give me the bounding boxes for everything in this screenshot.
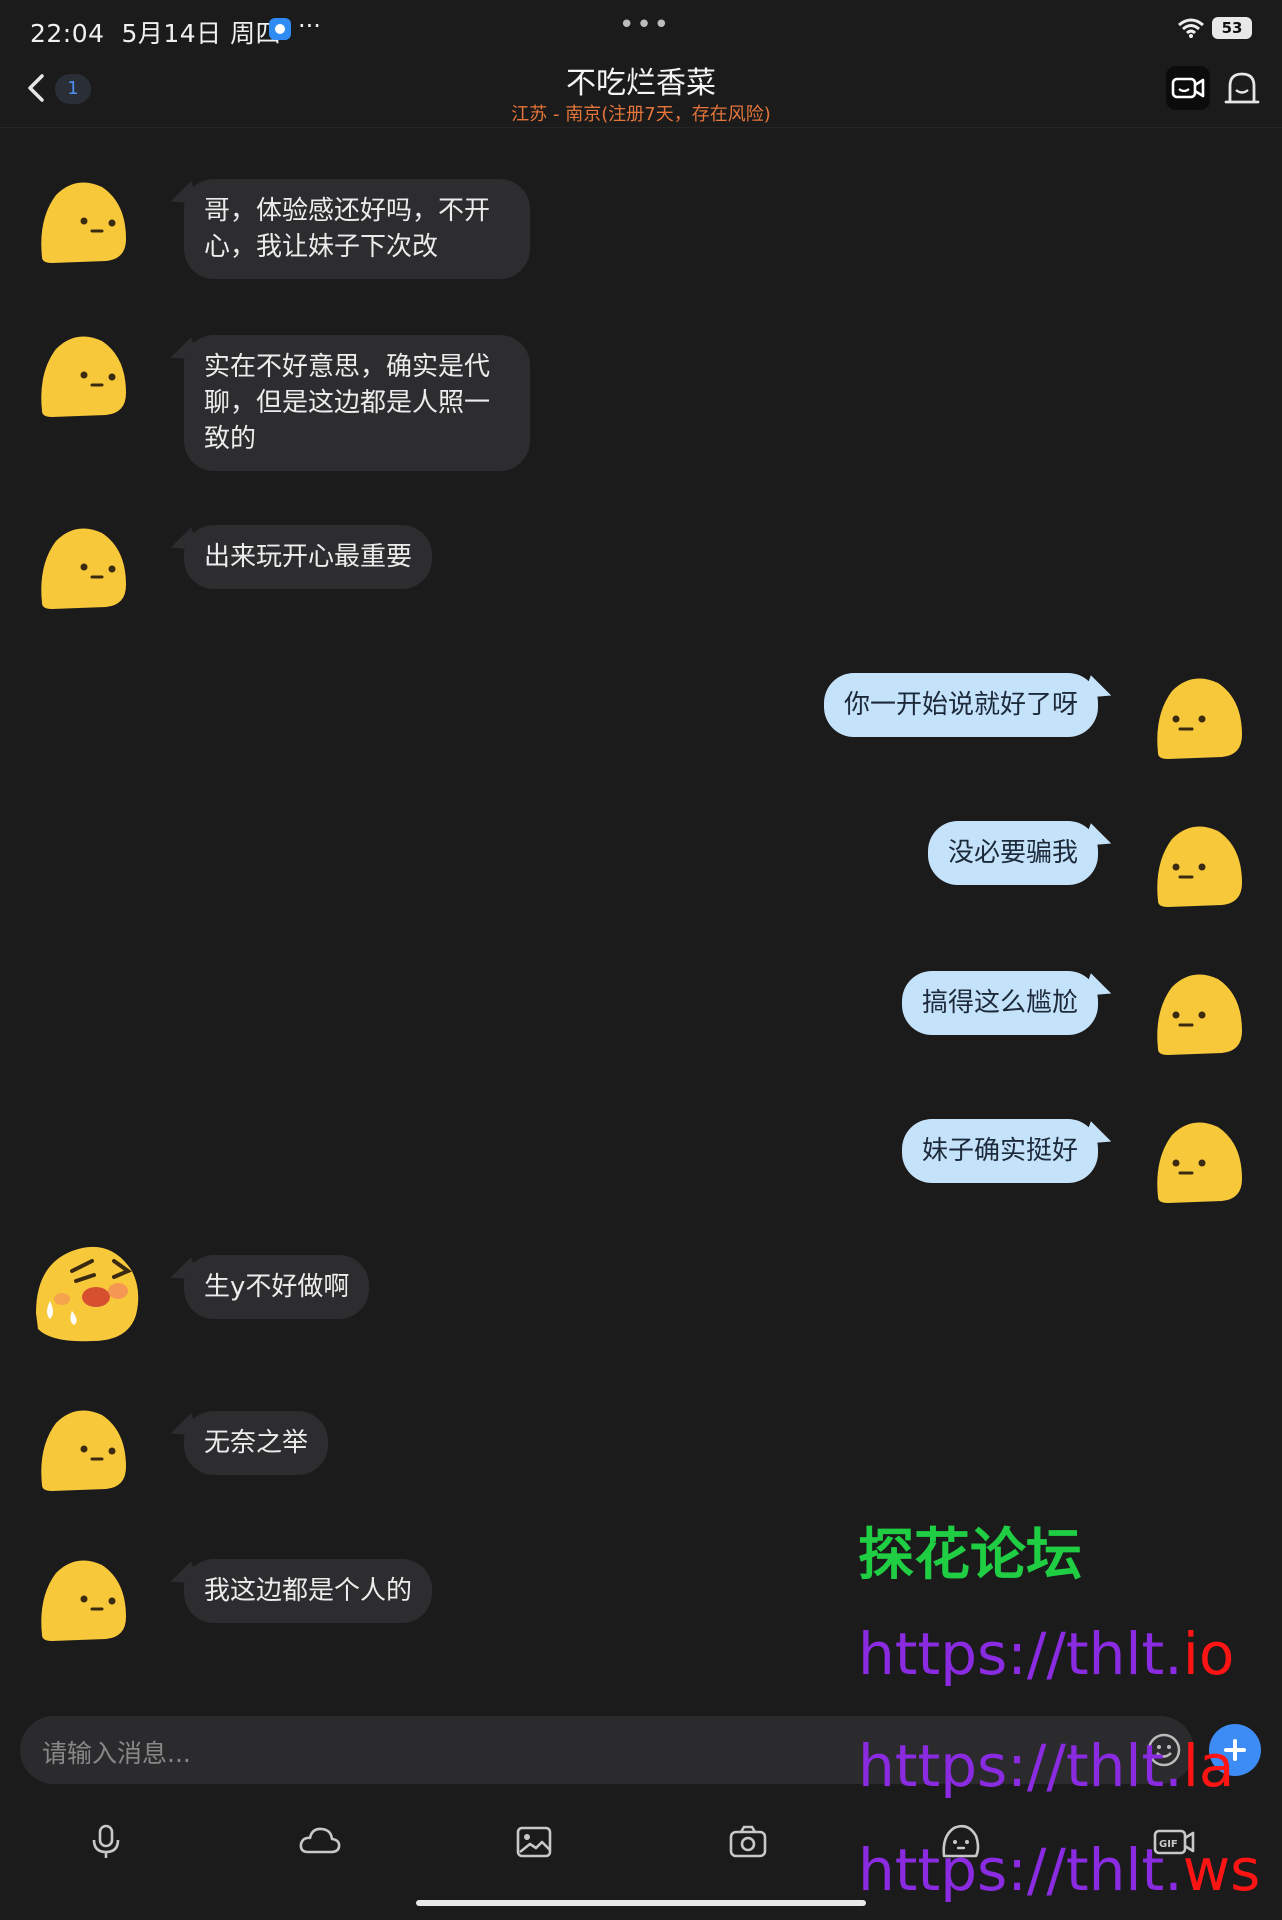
input-toolbar: GIF [0,1810,1282,1890]
message-row: 出来玩开心最重要 [0,523,1282,613]
video-call-button[interactable] [1166,66,1210,110]
message-row: 无奈之举 [0,1407,1282,1497]
outgoing-message-bubble[interactable]: 你一开始说就好了呀 [823,673,1098,737]
message-input-placeholder: 请输入消息... [42,1739,191,1768]
home-indicator[interactable] [416,1900,866,1906]
incoming-message-bubble[interactable]: 无奈之举 [184,1411,329,1475]
svg-text:GIF: GIF [1159,1839,1178,1850]
chat-header: 1 不吃烂香菜 江苏 - 南京(注册7天，存在风险) [0,58,1282,128]
gif-icon[interactable]: GIF [1152,1820,1196,1864]
outgoing-message-bubble[interactable]: 搞得这么尴尬 [901,971,1098,1035]
message-row: 生y不好做啊 [0,1241,1282,1351]
wifi-icon [1178,18,1204,38]
contact-name: 不吃烂香菜 [566,66,716,101]
neutral-face-avatar-icon[interactable] [36,1557,128,1643]
status-bar: 22:04 5月14日 周四 ··· ••• 53 [0,0,1282,58]
watermark-title: 探花论坛 [858,1523,1082,1588]
neutral-face-avatar-icon[interactable] [1152,675,1244,761]
message-list[interactable]: 哥，体验感还好吗，不开心，我让妹子下次改 实在不好意思，确实是代聊，但是这边都是… [0,129,1282,1709]
neutral-face-avatar-icon[interactable] [36,179,128,265]
incoming-message-bubble[interactable]: 实在不好意思，确实是代聊，但是这边都是人照一致的 [184,335,530,471]
message-row: 哥，体验感还好吗，不开心，我让妹子下次改 [0,179,1282,279]
cloud-icon[interactable] [298,1820,342,1864]
outgoing-message-bubble[interactable]: 妹子确实挺好 [901,1119,1098,1183]
incoming-message-bubble[interactable]: 生y不好做啊 [184,1255,370,1319]
message-row: 实在不好意思，确实是代聊，但是这边都是人照一致的 [0,331,1282,471]
camera-icon[interactable] [726,1820,770,1864]
incoming-message-bubble[interactable]: 出来玩开心最重要 [184,525,433,589]
image-icon[interactable] [512,1820,556,1864]
neutral-face-avatar-icon[interactable] [1152,1119,1244,1205]
multitask-dots-icon[interactable]: ••• [619,10,671,40]
message-row: 没必要骗我 [0,821,1282,911]
profile-icon[interactable] [1222,68,1262,108]
watermark-url: https://thlt.io [858,1620,1235,1688]
status-time-date: 22:04 5月14日 周四 [30,19,282,48]
contact-risk-note: 江苏 - 南京(注册7天，存在风险) [511,104,771,125]
more-notifications-icon: ··· [298,12,321,40]
watermark-url: https://thlt.la [858,1732,1235,1800]
sticker-icon[interactable] [938,1820,982,1864]
message-row: 搞得这么尴尬 [0,969,1282,1059]
neutral-face-avatar-icon[interactable] [1152,971,1244,1057]
app-notification-icon [269,18,291,40]
neutral-face-avatar-icon[interactable] [36,333,128,419]
incoming-message-bubble[interactable]: 我这边都是个人的 [184,1559,433,1623]
incoming-message-bubble[interactable]: 哥，体验感还好吗，不开心，我让妹子下次改 [184,179,530,279]
neutral-face-avatar-icon[interactable] [36,525,128,611]
message-row: 妹子确实挺好 [0,1117,1282,1207]
neutral-face-avatar-icon[interactable] [36,1407,128,1493]
battery-indicator: 53 [1212,17,1252,39]
laughing-tears-face-avatar-icon[interactable] [32,1241,142,1345]
neutral-face-avatar-icon[interactable] [1152,823,1244,909]
outgoing-message-bubble[interactable]: 没必要骗我 [927,821,1098,885]
message-row: 你一开始说就好了呀 [0,673,1282,763]
video-camera-icon [1171,77,1205,99]
microphone-icon[interactable] [84,1820,128,1864]
